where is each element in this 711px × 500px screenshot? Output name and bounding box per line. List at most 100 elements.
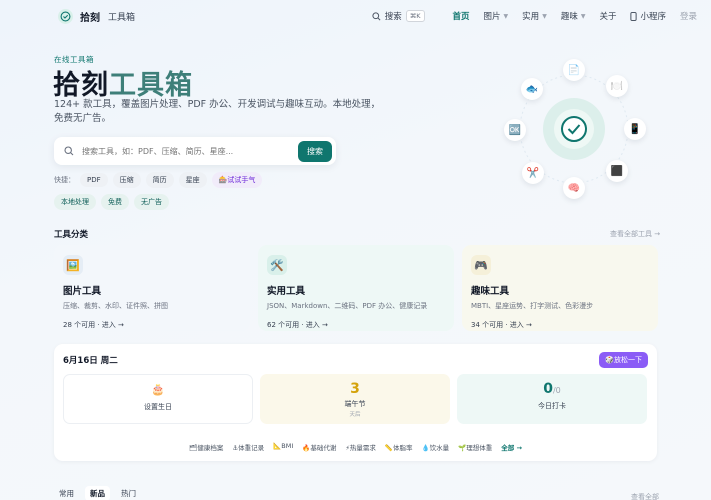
feature-badges: 本地处理 免费 无广告 <box>54 194 169 210</box>
quick-label: 快捷： <box>54 176 75 184</box>
chevron-down-icon: ▼ <box>542 12 547 20</box>
tab-new[interactable]: 新品 <box>85 486 110 500</box>
card-desc: MBTI、星座运势、打字测试、色彩漫步 <box>471 302 594 310</box>
nav-link-miniprogram[interactable]: 小程序 <box>630 10 666 22</box>
card-title: 实用工具 <box>267 286 306 297</box>
category-card-utility[interactable]: 🛠️ 实用工具 JSON、Markdown、二维码、PDF 办公、健康记录 62… <box>258 245 454 331</box>
hero-title: 拾刻工具箱 <box>53 63 193 102</box>
brain-icon: 🧠 <box>563 177 585 199</box>
phone-icon <box>630 11 638 21</box>
card-enter-link[interactable]: 34 个可用 · 进入 → <box>471 320 649 330</box>
category-card-image[interactable]: 🖼️ 图片工具 压缩、裁剪、水印、证件照、拼图 28 个可用 · 进入 → <box>54 245 250 331</box>
health-links: 🗂健康档案 ⚓体重记录 📐BMI 🔥基础代谢 ⚡热量需求 📏体脂率 💧饮水量 🌱… <box>54 442 657 452</box>
image-icon: 🖼️ <box>63 255 83 275</box>
tile-sub: 天后 <box>349 412 361 418</box>
search-input[interactable] <box>82 146 298 156</box>
logo-clock-icon[interactable] <box>58 8 73 24</box>
card-enter-link[interactable]: 62 个可用 · 进入 → <box>267 320 445 330</box>
ok-icon: 🆗 <box>504 119 526 141</box>
card-desc: 压缩、裁剪、水印、证件照、拼图 <box>63 302 168 310</box>
nav-link-utility[interactable]: 实用 ▼ <box>522 10 547 22</box>
link-body-fat[interactable]: 📏体脂率 <box>385 442 413 452</box>
nav-link-home[interactable]: 首页 <box>453 10 470 22</box>
nav-link-image[interactable]: 图片 ▼ <box>484 10 509 22</box>
tools-icon: 🛠️ <box>267 255 287 275</box>
today-panel: 6月16日 周二 🎲放松一下 🎂 设置生日 3 端午节 天后 0/0 今日打卡 … <box>54 344 657 461</box>
hero-description: 124+ 款工具，覆盖图片处理、PDF 办公、开发调试与趣味互动。本地处理，免费… <box>54 99 381 124</box>
tile-label: 设置生日 <box>144 403 172 411</box>
search-button[interactable]: 搜索 <box>298 140 332 162</box>
nav-link-about[interactable]: 关于 <box>599 10 616 22</box>
tab-hot[interactable]: 热门 <box>116 486 141 500</box>
link-calorie-need[interactable]: ⚡热量需求 <box>345 442 376 452</box>
search-icon <box>372 11 381 20</box>
card-enter-link[interactable]: 28 个可用 · 进入 → <box>63 320 241 330</box>
relax-button[interactable]: 🎲放松一下 <box>599 352 648 368</box>
badge-no-ads: 无广告 <box>134 194 169 210</box>
phone-orb-icon: 📱 <box>624 118 646 140</box>
card-title: 图片工具 <box>63 286 102 297</box>
hero-title-part2: 工具箱 <box>109 70 193 101</box>
today-date: 6月16日 周二 <box>63 356 118 366</box>
nav-link-label: 实用 <box>522 12 540 22</box>
quick-chip-zodiac[interactable]: 星座 <box>178 172 207 188</box>
link-weight-record[interactable]: ⚓体重记录 <box>232 442 264 452</box>
card-desc: JSON、Markdown、二维码、PDF 办公、健康记录 <box>267 302 428 310</box>
checkin-total: /0 <box>552 386 561 395</box>
tile-label: 端午节 <box>344 400 366 408</box>
nav-search-button[interactable]: 搜索 ⌘K <box>372 10 425 22</box>
nav-link-label: 图片 <box>483 12 501 22</box>
checkin-count: 0/0 <box>457 381 647 397</box>
quick-chip-lucky[interactable]: 🎰试试手气 <box>211 172 263 188</box>
countdown-days: 3 <box>350 381 360 397</box>
scissors-icon: ✂️ <box>522 162 544 184</box>
nav-search-label: 搜索 <box>384 12 402 22</box>
view-all-tools-link[interactable]: 查看全部工具 → <box>610 229 660 239</box>
brand-subtitle: 工具箱 <box>108 12 136 23</box>
nav-link-label: 趣味 <box>560 12 578 22</box>
tab-common[interactable]: 常用 <box>54 486 79 500</box>
link-basal-metabolism[interactable]: 🔥基础代谢 <box>302 442 336 452</box>
badge-free: 免费 <box>101 194 129 210</box>
nav-link-label: 关于 <box>599 12 617 22</box>
link-bmi[interactable]: 📐BMI <box>273 442 293 452</box>
fish-icon: 🐟 <box>521 78 543 100</box>
login-link[interactable]: 登录 <box>680 10 697 22</box>
birthday-tile[interactable]: 🎂 设置生日 <box>63 374 253 424</box>
clock-illustration <box>543 98 605 160</box>
quick-chip-pdf[interactable]: PDF <box>80 173 108 187</box>
shortcut-badge: ⌘K <box>405 10 425 22</box>
clock-icon <box>561 116 587 142</box>
section-title: 工具分类 <box>54 230 89 240</box>
quick-chip-resume[interactable]: 简历 <box>145 172 174 188</box>
nav-link-label: 小程序 <box>640 12 666 22</box>
checkin-tile[interactable]: 0/0 今日打卡 <box>457 374 647 424</box>
cake-icon: 🎂 <box>151 383 165 396</box>
card-title: 趣味工具 <box>471 286 510 297</box>
document-icon: 📄 <box>563 59 585 81</box>
quick-chip-compress[interactable]: 压缩 <box>112 172 141 188</box>
plate-icon: 🍽️ <box>606 75 628 97</box>
festival-countdown-tile[interactable]: 3 端午节 天后 <box>260 374 450 424</box>
link-ideal-weight[interactable]: 🌱理想体重 <box>458 442 492 452</box>
tile-label: 今日打卡 <box>538 402 566 410</box>
link-health-profile[interactable]: 🗂健康档案 <box>189 442 223 452</box>
top-nav: 拾刻 工具箱 搜索 ⌘K 首页 图片 ▼ 实用 ▼ 趣味 ▼ 关于 小程序 登录 <box>0 0 711 32</box>
badge-local: 本地处理 <box>54 194 96 210</box>
nav-link-label: 首页 <box>452 12 470 22</box>
checkin-value: 0 <box>543 381 553 397</box>
link-all[interactable]: 全部 → <box>501 442 522 452</box>
nav-link-fun[interactable]: 趣味 ▼ <box>561 10 586 22</box>
hero-search-bar: 搜索 <box>54 137 336 165</box>
quick-links: 快捷： PDF 压缩 简历 星座 🎰试试手气 <box>54 172 263 188</box>
brand-name[interactable]: 拾刻 <box>80 9 100 24</box>
bottom-tabs: 常用 新品 热门 <box>54 486 141 500</box>
view-all-link[interactable]: 查看全部 <box>631 492 659 500</box>
category-card-fun[interactable]: 🎮 趣味工具 MBTI、星座运势、打字测试、色彩漫步 34 个可用 · 进入 → <box>462 245 658 331</box>
square-icon: ⬛ <box>606 160 628 182</box>
link-water-intake[interactable]: 💧饮水量 <box>422 442 450 452</box>
hero-title-part1: 拾刻 <box>53 70 109 101</box>
chevron-down-icon: ▼ <box>503 12 509 20</box>
gamepad-icon: 🎮 <box>471 255 491 275</box>
chevron-down-icon: ▼ <box>580 12 586 20</box>
